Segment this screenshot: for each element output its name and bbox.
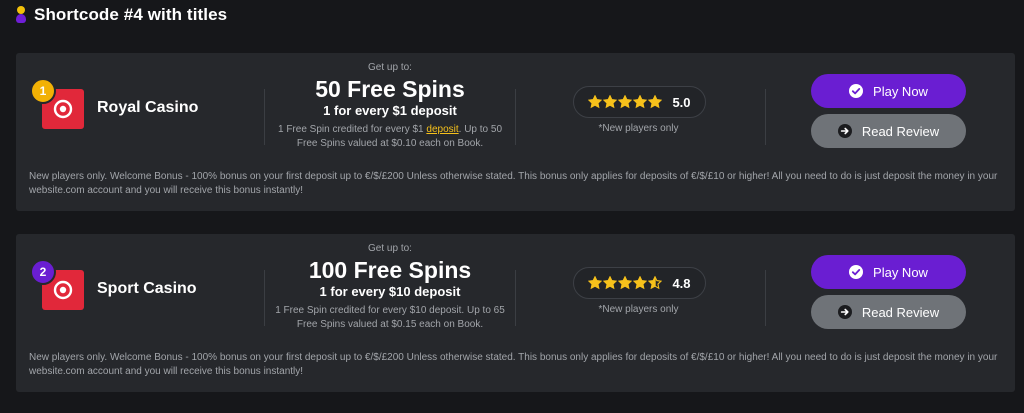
casino-name[interactable]: Royal Casino	[97, 99, 198, 117]
bonus-pre: Get up to:	[368, 243, 412, 254]
divider	[765, 89, 766, 145]
bonus-title: 50 Free Spins	[315, 76, 465, 102]
bonus-sub: 1 for every $1 deposit	[323, 103, 457, 118]
read-review-label: Read Review	[861, 304, 940, 320]
rating-value: 4.8	[672, 275, 691, 291]
bonus-description: 1 Free Spin credited for every $1 deposi…	[274, 123, 506, 151]
star-icon	[618, 276, 633, 290]
star-icon	[588, 276, 603, 290]
check-circle-icon	[849, 265, 864, 279]
person-icon	[16, 6, 26, 24]
rank-badge: 1	[30, 78, 56, 104]
divider	[264, 89, 265, 145]
terms-text: New players only. Welcome Bonus - 100% b…	[29, 352, 998, 377]
rating-box: 5.0	[573, 86, 706, 118]
new-players-note: *New players only	[598, 123, 679, 134]
check-circle-icon	[849, 84, 864, 98]
deposit-link[interactable]: deposit	[426, 124, 458, 135]
play-now-button[interactable]: Play Now	[811, 255, 966, 289]
star-icon	[603, 276, 618, 290]
bonus-title: 100 Free Spins	[308, 257, 472, 283]
rank-badge: 2	[30, 259, 56, 285]
star-icon	[633, 95, 648, 109]
arrow-circle-icon	[837, 124, 852, 138]
star-rating	[588, 276, 663, 290]
divider	[515, 270, 516, 326]
play-now-label: Play Now	[873, 83, 928, 99]
casino-name[interactable]: Sport Casino	[97, 280, 197, 298]
star-icon	[648, 95, 663, 109]
star-icon	[648, 276, 663, 290]
divider	[515, 89, 516, 145]
target-icon	[53, 99, 73, 119]
bonus-block: Get up to: 100 Free Spins 1 for every $1…	[274, 242, 506, 332]
bonus-desc-text: 1 Free Spin credited for every $1	[277, 124, 427, 135]
arrow-circle-icon	[837, 305, 852, 319]
read-review-button[interactable]: Read Review	[811, 295, 966, 329]
bonus-sub: 1 for every $10 deposit	[319, 284, 461, 299]
terms-text: New players only. Welcome Bonus - 100% b…	[29, 171, 998, 196]
casino-card: 2 Sport Casino Get up to: 100 Free Spins…	[16, 234, 1015, 392]
star-icon	[633, 276, 648, 290]
target-icon	[53, 280, 73, 300]
casino-logo-wrap: 2	[30, 259, 84, 310]
play-now-label: Play Now	[873, 264, 928, 280]
casino-logo-wrap: 1	[30, 78, 84, 129]
section-header: Shortcode #4 with titles	[16, 4, 227, 26]
read-review-button[interactable]: Read Review	[811, 114, 966, 148]
divider	[765, 270, 766, 326]
bonus-description: 1 Free Spin credited for every $10 depos…	[275, 305, 505, 330]
star-icon	[618, 95, 633, 109]
star-rating	[588, 95, 663, 109]
casino-card: 1 Royal Casino Get up to: 50 Free Spins …	[16, 53, 1015, 211]
read-review-label: Read Review	[861, 123, 940, 139]
new-players-note: *New players only	[598, 304, 679, 315]
rating-box: 4.8	[573, 267, 706, 299]
divider	[264, 270, 265, 326]
bonus-pre: Get up to:	[368, 62, 412, 73]
play-now-button[interactable]: Play Now	[811, 74, 966, 108]
section-title: Shortcode #4 with titles	[34, 5, 228, 24]
star-icon	[588, 95, 603, 109]
star-icon	[603, 95, 618, 109]
bonus-block: Get up to: 50 Free Spins 1 for every $1 …	[274, 61, 506, 151]
rating-value: 5.0	[672, 94, 691, 110]
